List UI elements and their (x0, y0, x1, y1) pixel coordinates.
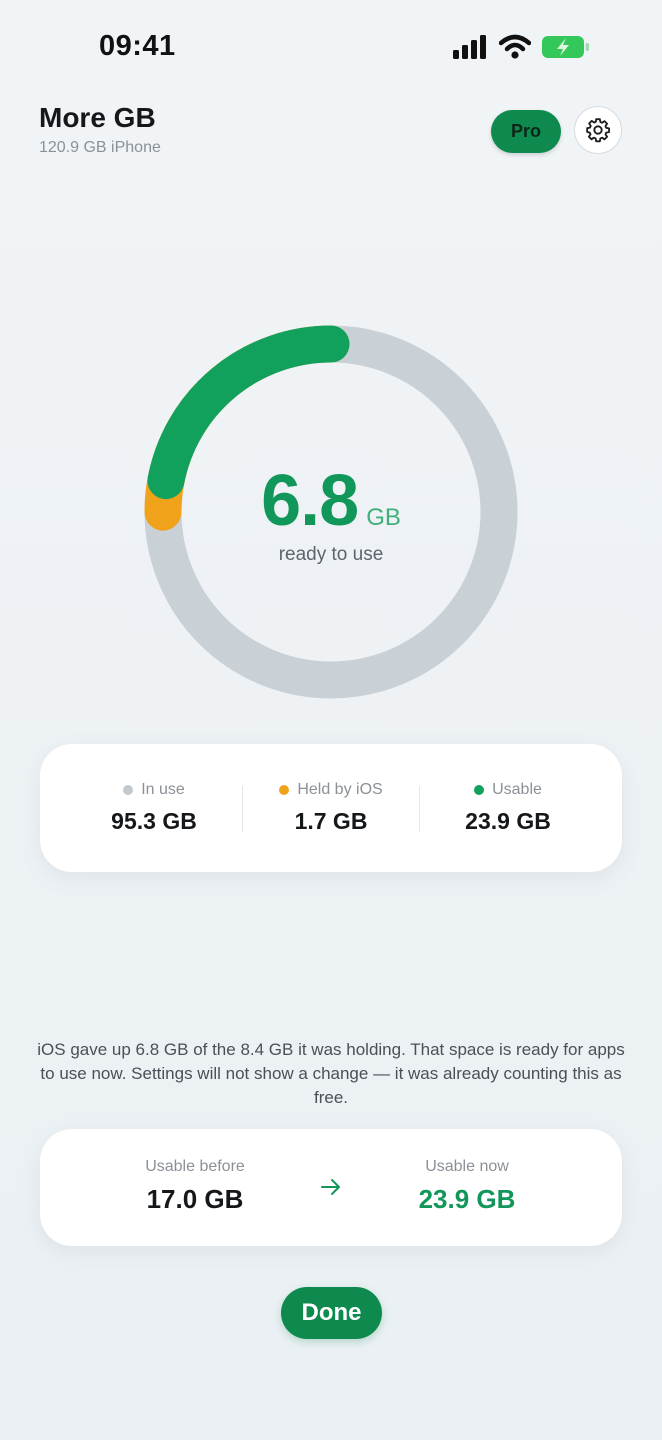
ready-caption: ready to use (278, 544, 384, 565)
usable-now-value: 23.9 GB (418, 1184, 516, 1214)
usable-before: Usable before 17.0 GB (75, 1129, 315, 1246)
ready-unit: GB (366, 504, 401, 531)
status-time: 09:41 (99, 30, 176, 62)
gear-icon (586, 118, 610, 143)
stat-value: 23.9 GB (465, 808, 551, 834)
pro-button[interactable]: Pro (491, 110, 561, 153)
stat-in-use: In use 95.3 GB (66, 744, 242, 872)
ready-value: 6.8 (261, 461, 359, 541)
battery-charging-icon (542, 36, 589, 58)
app-title: More GB (39, 102, 156, 133)
arrow-right-icon (321, 1179, 340, 1195)
done-button[interactable]: Done (281, 1287, 382, 1339)
usable-now: Usable now 23.9 GB (347, 1129, 587, 1246)
stat-usable: Usable 23.9 GB (420, 744, 596, 872)
usable-before-label: Usable before (145, 1158, 245, 1175)
device-subtitle: 120.9 GB iPhone (39, 139, 161, 156)
cellular-signal-icon (453, 35, 486, 59)
ring-value: 6.8 GB (144, 460, 518, 542)
stat-value: 95.3 GB (111, 808, 197, 834)
result-message: iOS gave up 6.8 GB of the 8.4 GB it was … (37, 1040, 625, 1107)
wifi-icon (499, 34, 531, 59)
stat-label: Held by iOS (297, 781, 383, 798)
status-icons (452, 34, 591, 60)
stat-value: 1.7 GB (294, 808, 368, 834)
stat-label: In use (141, 781, 185, 798)
stat-label: Usable (492, 781, 542, 798)
usable-now-label: Usable now (425, 1158, 509, 1175)
usable-before-value: 17.0 GB (146, 1184, 244, 1214)
stat-held-by-ios: Held by iOS 1.7 GB (243, 744, 419, 872)
held-dot (279, 785, 290, 795)
in-use-dot (123, 785, 134, 795)
storage-stats-card: In use 95.3 GB Held by iOS 1.7 GB Usable… (40, 744, 622, 872)
settings-button[interactable] (574, 106, 622, 154)
usable-dot (474, 785, 485, 795)
